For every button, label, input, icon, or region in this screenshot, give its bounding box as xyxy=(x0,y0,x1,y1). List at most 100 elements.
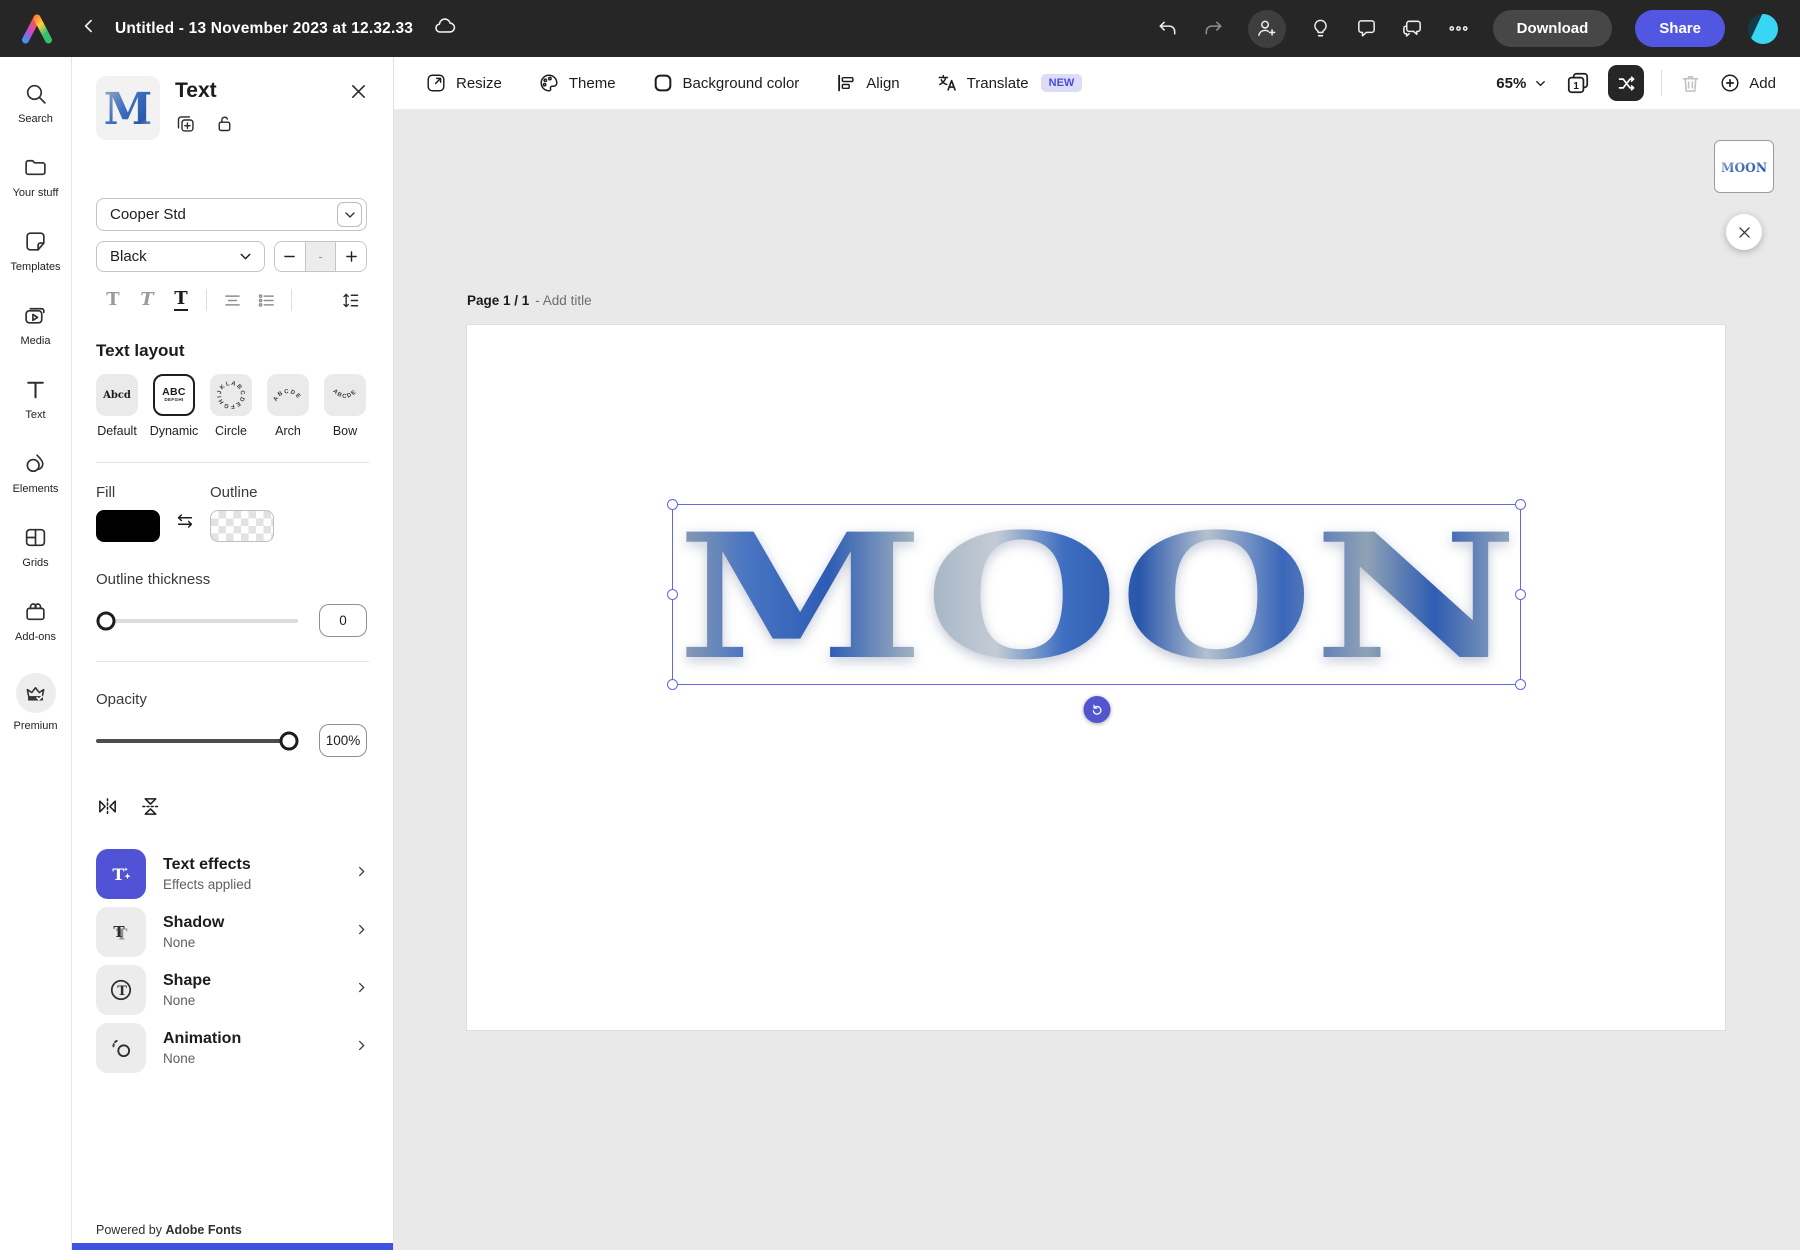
layout-option-circle[interactable]: ABCDEFGHIJKL Circle xyxy=(210,374,252,438)
background-color-button[interactable]: Background color xyxy=(652,72,800,94)
fill-label: Fill xyxy=(96,484,160,501)
resize-handle-bottom-left[interactable] xyxy=(667,679,678,690)
underline-icon: T xyxy=(174,290,187,311)
svg-text:ABCDEFGHIJKL: ABCDEFGHIJKL xyxy=(217,381,245,409)
redo-button[interactable] xyxy=(1202,17,1225,40)
resize-handle-bottom-right[interactable] xyxy=(1515,679,1526,690)
flip-horizontal-button[interactable] xyxy=(96,795,119,818)
text-effects-icon: T xyxy=(96,849,146,899)
outline-color-swatch[interactable] xyxy=(210,510,274,542)
outline-thickness-label: Outline thickness xyxy=(96,571,369,588)
add-title-field[interactable]: - Add title xyxy=(535,293,591,308)
duplicate-icon[interactable] xyxy=(175,113,196,134)
sidebar-item-text[interactable]: Text xyxy=(0,377,71,421)
layout-option-dynamic[interactable]: ABCDEFGHI Dynamic xyxy=(153,374,195,438)
opacity-slider[interactable] xyxy=(96,739,298,743)
font-family-select[interactable]: Cooper Std xyxy=(96,198,367,231)
font-family-value: Cooper Std xyxy=(110,206,186,223)
list-button[interactable] xyxy=(249,290,283,311)
font-size-decrease-button[interactable] xyxy=(275,242,305,271)
italic-toggle[interactable]: T xyxy=(130,291,164,309)
resize-button[interactable]: Resize xyxy=(425,72,502,94)
text-effects-row[interactable]: T Text effects Effects applied xyxy=(96,848,369,899)
layout-option-bow[interactable]: ABCDEFG Bow xyxy=(324,374,366,438)
panel-close-button[interactable] xyxy=(348,81,369,107)
font-size-increase-button[interactable] xyxy=(336,242,366,271)
page-thumbnail[interactable]: MOON xyxy=(1714,140,1774,193)
undo-button[interactable] xyxy=(1156,17,1179,40)
resize-handle-mid-left[interactable] xyxy=(667,589,678,600)
suggestions-icon[interactable] xyxy=(1309,17,1332,40)
layout-option-default[interactable]: Abcd Default xyxy=(96,374,138,438)
new-badge: NEW xyxy=(1041,74,1083,92)
document-toolbar: Resize Theme Background color Align Tran… xyxy=(394,57,1800,110)
close-thumbnail-button[interactable] xyxy=(1726,214,1762,250)
feedback-button[interactable] xyxy=(1401,17,1424,40)
bold-toggle[interactable]: T xyxy=(96,291,130,309)
sidebar-item-search[interactable]: Search xyxy=(0,81,71,125)
sidebar-item-media[interactable]: Media xyxy=(0,303,71,347)
line-spacing-button[interactable] xyxy=(333,290,367,311)
back-button[interactable] xyxy=(79,16,99,41)
chevron-right-icon xyxy=(354,864,369,884)
add-page-button[interactable]: Add xyxy=(1719,72,1776,94)
theme-button[interactable]: Theme xyxy=(538,72,616,94)
download-button[interactable]: Download xyxy=(1493,10,1613,47)
animation-row[interactable]: Animation None xyxy=(96,1022,369,1073)
font-weight-select[interactable]: Black xyxy=(96,241,265,272)
sidebar-label: Media xyxy=(21,335,51,347)
opacity-value[interactable]: 100% xyxy=(319,724,367,757)
text-layout-options: Abcd Default ABCDEFGHI Dynamic ABCDEFGHI… xyxy=(96,374,369,438)
sidebar-item-add-ons[interactable]: Add-ons xyxy=(0,599,71,643)
font-size-input[interactable]: - xyxy=(305,242,337,271)
fill-color-swatch[interactable] xyxy=(96,510,160,542)
selected-text-object[interactable]: MOON xyxy=(672,504,1521,685)
sidebar-label: Your stuff xyxy=(13,187,59,199)
share-button[interactable]: Share xyxy=(1635,10,1725,47)
resize-handle-mid-right[interactable] xyxy=(1515,589,1526,600)
sidebar-item-templates[interactable]: Templates xyxy=(0,229,71,273)
pages-button[interactable] xyxy=(1565,70,1591,96)
comment-button[interactable] xyxy=(1355,17,1378,40)
document-title[interactable]: Untitled - 13 November 2023 at 12.32.33 xyxy=(115,20,413,38)
flip-vertical-button[interactable] xyxy=(139,795,162,818)
adobe-express-logo[interactable] xyxy=(21,14,53,44)
shape-row[interactable]: T Shape None xyxy=(96,964,369,1015)
translate-button[interactable]: Translate NEW xyxy=(936,72,1083,94)
outline-thickness-slider[interactable] xyxy=(96,619,298,623)
document-page[interactable]: MOON xyxy=(467,325,1725,1030)
align-button[interactable]: Align xyxy=(835,72,899,94)
slider-knob[interactable] xyxy=(280,731,299,750)
font-weight-value: Black xyxy=(110,248,147,265)
invite-collaborators-button[interactable] xyxy=(1248,10,1286,48)
sidebar-item-your-stuff[interactable]: Your stuff xyxy=(0,155,71,199)
unlock-icon[interactable] xyxy=(214,113,235,134)
moon-balloon-artwork: MOON xyxy=(673,505,1522,686)
sidebar-label: Elements xyxy=(13,483,59,495)
sidebar-item-premium[interactable]: Premium xyxy=(0,673,71,732)
sidebar-item-grids[interactable]: Grids xyxy=(0,525,71,569)
zoom-level-dropdown[interactable]: 65% xyxy=(1496,75,1548,92)
underline-toggle[interactable]: T xyxy=(164,290,198,311)
slider-knob[interactable] xyxy=(97,611,116,630)
canvas-area: Page 1 / 1 - Add title MOON MOON xyxy=(394,110,1800,1250)
shadow-icon: TT xyxy=(96,907,146,957)
sidebar-item-elements[interactable]: Elements xyxy=(0,451,71,495)
resize-handle-top-left[interactable] xyxy=(667,499,678,510)
swap-fill-outline-icon[interactable] xyxy=(174,510,196,537)
resize-handle-top-right[interactable] xyxy=(1515,499,1526,510)
panel-header: M Text xyxy=(96,76,367,140)
svg-text:T: T xyxy=(112,864,124,883)
left-rail: Search Your stuff Templates Media Text E… xyxy=(0,57,72,1250)
text-align-button[interactable] xyxy=(215,290,249,311)
avatar[interactable] xyxy=(1748,14,1778,44)
layout-option-arch[interactable]: ABCDEFG Arch xyxy=(267,374,309,438)
delete-button[interactable] xyxy=(1679,72,1702,95)
shadow-row[interactable]: TT Shadow None xyxy=(96,906,369,957)
sidebar-label: Add-ons xyxy=(15,631,56,643)
rotate-handle[interactable] xyxy=(1083,696,1110,723)
arrange-layers-button[interactable] xyxy=(1608,65,1644,101)
outline-thickness-value[interactable]: 0 xyxy=(319,604,367,637)
more-options-button[interactable] xyxy=(1447,17,1470,40)
sidebar-label: Search xyxy=(18,113,53,125)
